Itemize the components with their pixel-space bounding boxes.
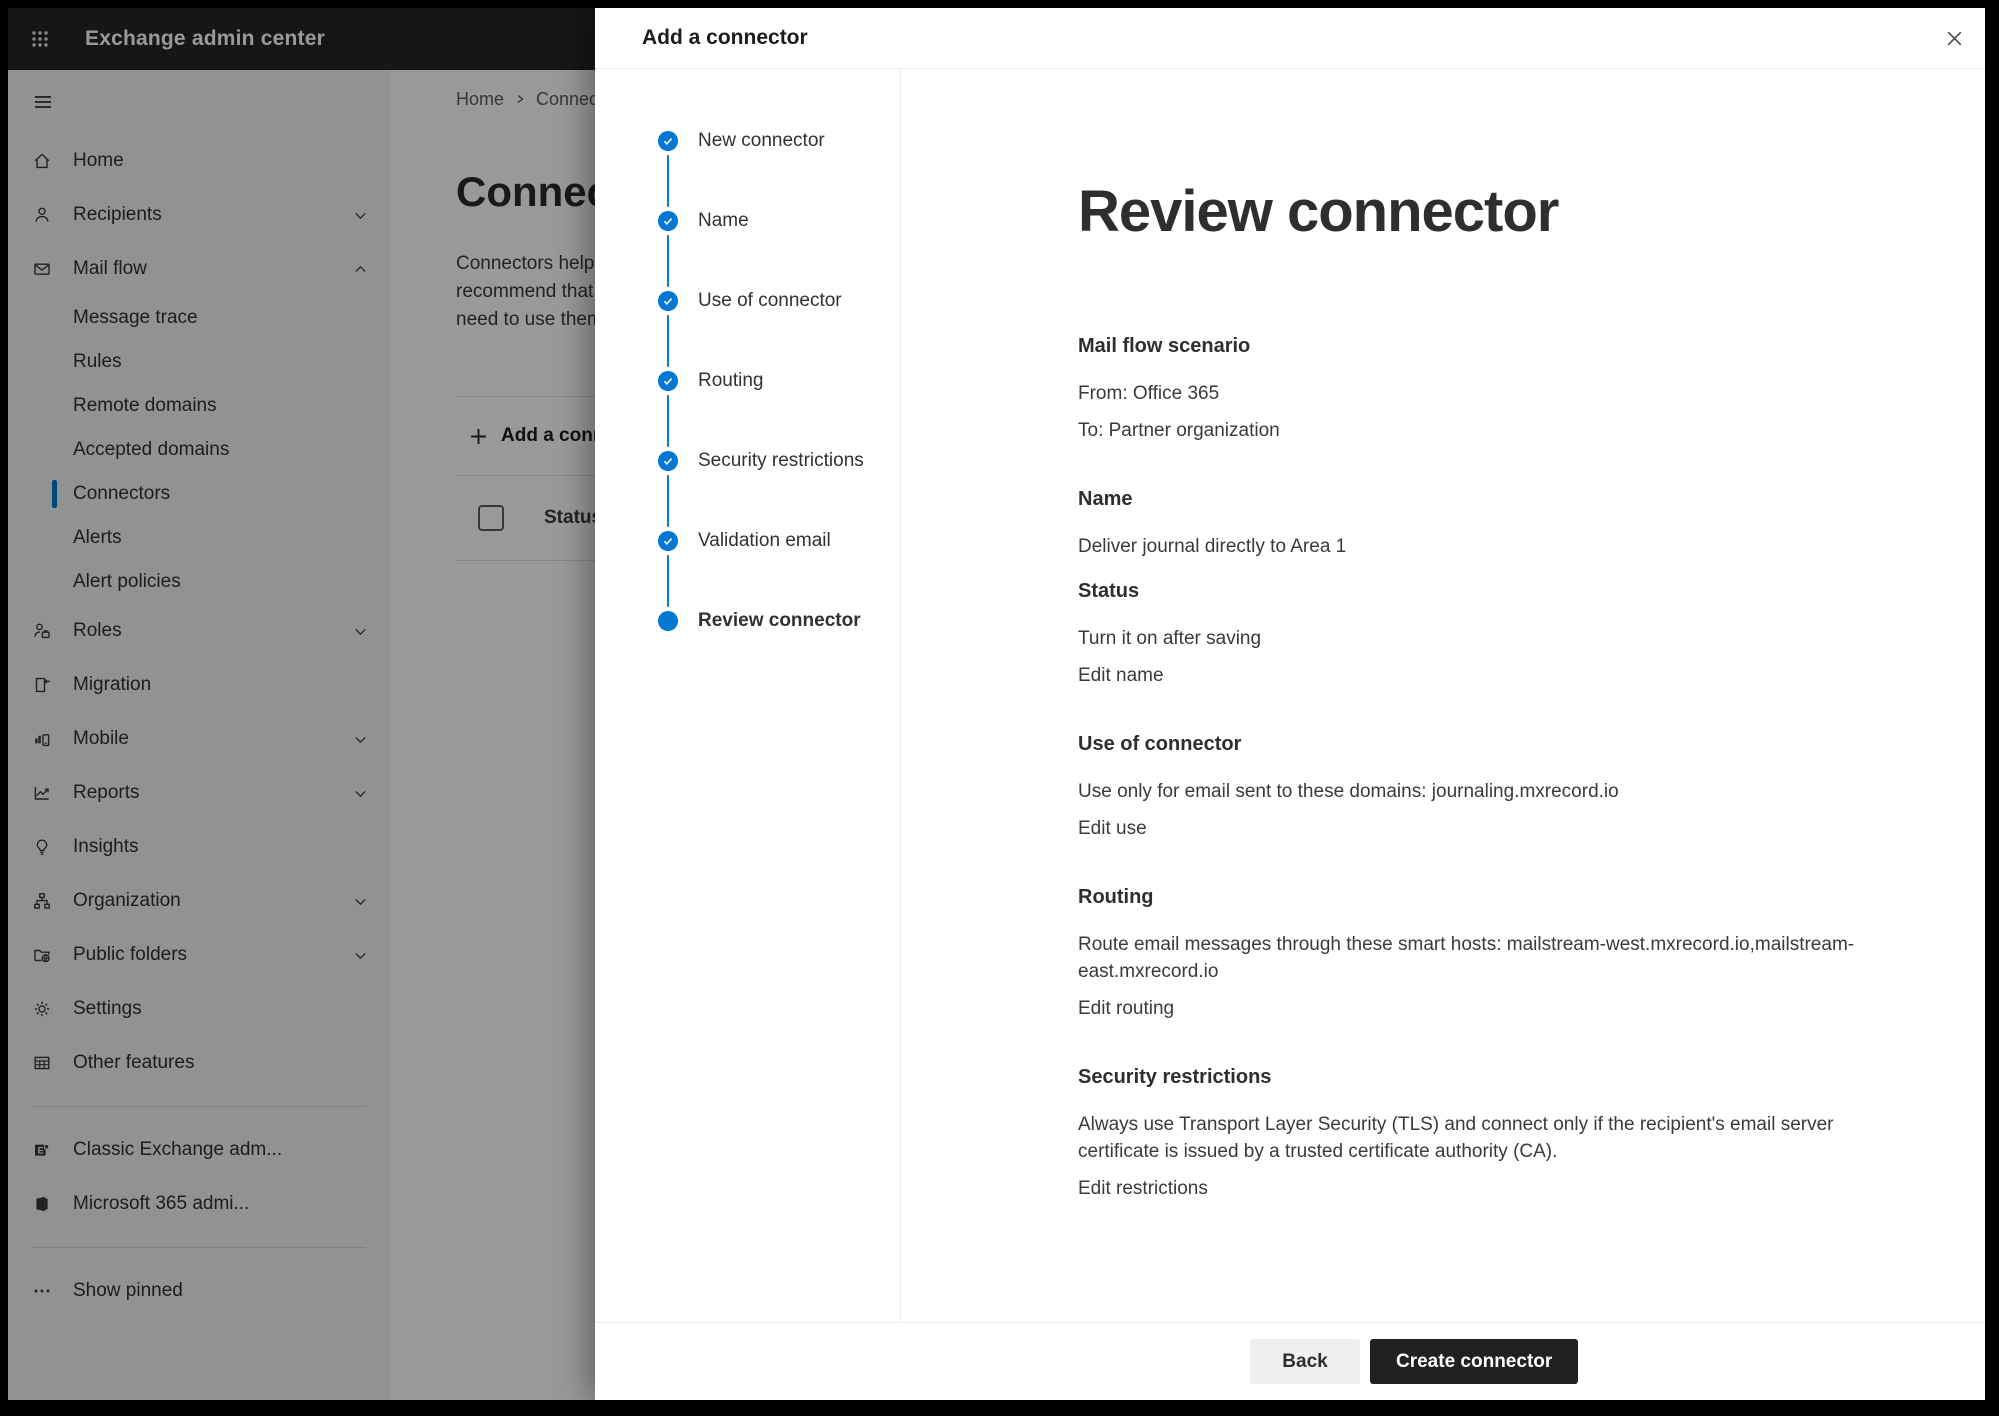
step-review-connector[interactable]: Review connector — [658, 581, 900, 661]
review-section-status: Status Turn it on after saving Edit name — [1078, 580, 1888, 689]
section-line: Turn it on after saving — [1078, 625, 1888, 652]
step-label: Validation email — [698, 530, 831, 552]
modal-header: Add a connector — [595, 8, 1985, 69]
step-current-icon — [658, 611, 678, 631]
section-line: From: Office 365 — [1078, 380, 1888, 407]
section-line: Always use Transport Layer Security (TLS… — [1078, 1111, 1888, 1165]
step-label: Use of connector — [698, 290, 842, 312]
step-complete-icon — [658, 131, 678, 151]
section-heading: Mail flow scenario — [1078, 335, 1888, 358]
section-heading: Status — [1078, 580, 1888, 603]
step-label: Name — [698, 210, 749, 232]
edit-use-link[interactable]: Edit use — [1078, 815, 1147, 842]
step-routing[interactable]: Routing — [658, 341, 900, 421]
add-connector-modal: Add a connector New connector Name — [595, 8, 1985, 1400]
screen: Exchange admin center Home Recipients — [8, 8, 1985, 1400]
step-complete-icon — [658, 531, 678, 551]
edit-name-link[interactable]: Edit name — [1078, 662, 1164, 689]
step-use-of-connector[interactable]: Use of connector — [658, 261, 900, 341]
create-connector-button[interactable]: Create connector — [1370, 1339, 1578, 1384]
step-label: Security restrictions — [698, 450, 864, 472]
step-label: Routing — [698, 370, 764, 392]
section-line: Route email messages through these smart… — [1078, 931, 1888, 985]
review-section-mail-flow-scenario: Mail flow scenario From: Office 365 To: … — [1078, 335, 1888, 444]
step-security-restrictions[interactable]: Security restrictions — [658, 421, 900, 501]
step-complete-icon — [658, 451, 678, 471]
edit-restrictions-link[interactable]: Edit restrictions — [1078, 1175, 1208, 1202]
step-new-connector[interactable]: New connector — [658, 101, 900, 181]
section-heading: Security restrictions — [1078, 1066, 1888, 1089]
review-pane: Review connector Mail flow scenario From… — [901, 69, 1985, 1323]
section-line: To: Partner organization — [1078, 417, 1888, 444]
step-label: New connector — [698, 130, 825, 152]
wizard-stepper: New connector Name Use of connector Rout… — [595, 69, 901, 1323]
step-complete-icon — [658, 291, 678, 311]
section-heading: Use of connector — [1078, 733, 1888, 756]
modal-footer: Back Create connector — [595, 1322, 1985, 1400]
section-line: Deliver journal directly to Area 1 — [1078, 533, 1888, 560]
edit-routing-link[interactable]: Edit routing — [1078, 995, 1174, 1022]
review-section-use-of-connector: Use of connector Use only for email sent… — [1078, 733, 1888, 842]
review-section-security-restrictions: Security restrictions Always use Transpo… — [1078, 1066, 1888, 1202]
step-label: Review connector — [698, 610, 861, 632]
close-icon[interactable] — [1935, 19, 1973, 57]
review-section-name: Name Deliver journal directly to Area 1 — [1078, 488, 1888, 560]
review-heading: Review connector — [1078, 179, 1925, 245]
step-name[interactable]: Name — [658, 181, 900, 261]
step-validation-email[interactable]: Validation email — [658, 501, 900, 581]
review-section-routing: Routing Route email messages through the… — [1078, 886, 1888, 1022]
section-heading: Routing — [1078, 886, 1888, 909]
step-complete-icon — [658, 371, 678, 391]
step-complete-icon — [658, 211, 678, 231]
section-line: Use only for email sent to these domains… — [1078, 778, 1888, 805]
modal-title: Add a connector — [642, 26, 1935, 50]
section-heading: Name — [1078, 488, 1888, 511]
back-button[interactable]: Back — [1250, 1339, 1360, 1384]
